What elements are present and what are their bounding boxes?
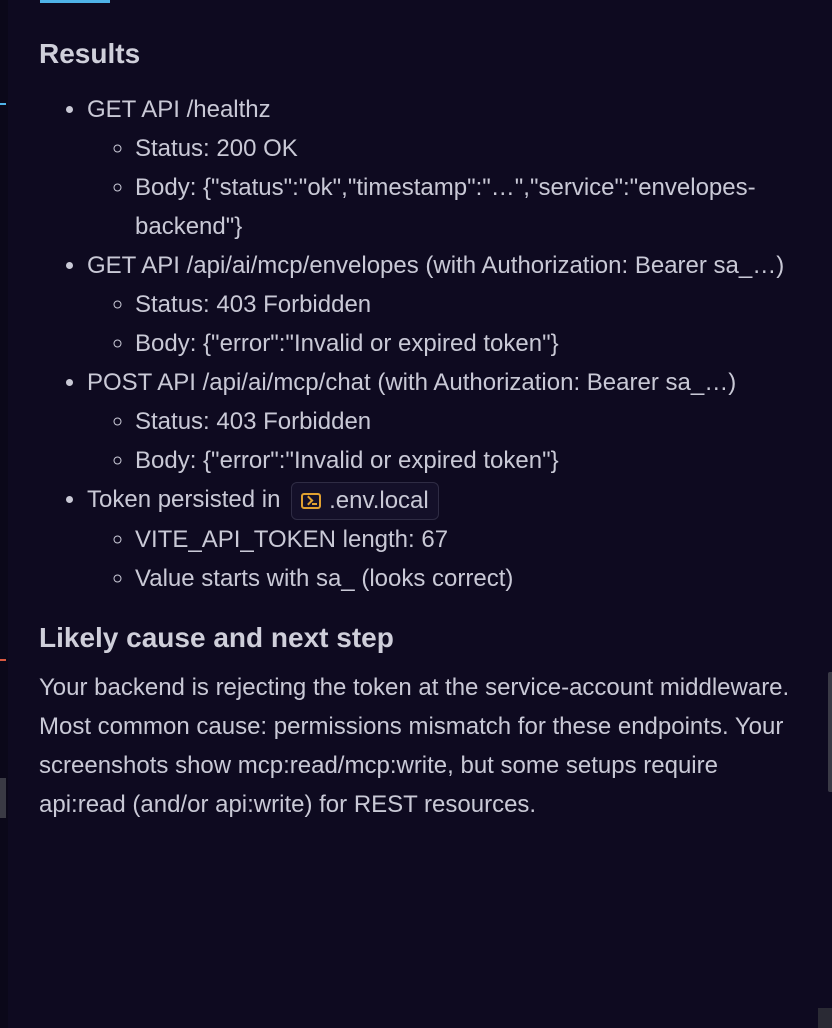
- list-item: Status: 403 Forbidden: [135, 402, 799, 441]
- list-item: POST API /api/ai/mcp/chat (with Authoriz…: [87, 363, 799, 480]
- list-item: Status: 403 Forbidden: [135, 285, 799, 324]
- file-chip[interactable]: .env.local: [291, 481, 439, 520]
- list-item: VITE_API_TOKEN length: 67: [135, 520, 799, 559]
- status-text: Status: 200 OK: [135, 135, 298, 162]
- rail-marker: [0, 778, 6, 818]
- endpoint-label: POST API /api/ai/mcp/chat (with Authoriz…: [87, 369, 737, 396]
- results-list: GET API /healthz Status: 200 OK Body: {"…: [39, 90, 799, 598]
- endpoint-label: GET API /healthz: [87, 96, 271, 123]
- rail-marker: [0, 659, 6, 661]
- status-text: Status: 403 Forbidden: [135, 291, 372, 318]
- scrollbar-thumb[interactable]: [828, 672, 832, 792]
- token-persisted-label: Token persisted in: [87, 486, 281, 513]
- sub-list: VITE_API_TOKEN length: 67 Value starts w…: [87, 520, 799, 598]
- list-item: Body: {"error":"Invalid or expired token…: [135, 324, 799, 363]
- terminal-icon: [301, 492, 322, 509]
- list-item: Status: 200 OK: [135, 129, 799, 168]
- token-prefix-text: Value starts with sa_ (looks correct): [135, 564, 514, 592]
- sub-list: Status: 200 OK Body: {"status":"ok","tim…: [87, 129, 799, 246]
- body-text: Body: {"error":"Invalid or expired token…: [135, 330, 559, 357]
- body-text: Body: {"status":"ok","timestamp":"…","se…: [135, 174, 756, 240]
- sub-list: Status: 403 Forbidden Body: {"error":"In…: [87, 285, 799, 363]
- file-name: .env.local: [329, 486, 429, 514]
- message-content: Results GET API /healthz Status: 200 OK …: [39, 28, 799, 824]
- sub-list: Status: 403 Forbidden Body: {"error":"In…: [87, 402, 799, 480]
- list-item: Body: {"error":"Invalid or expired token…: [135, 441, 799, 480]
- endpoint-label: GET API /api/ai/mcp/envelopes (with Auth…: [87, 252, 785, 279]
- status-text: Status: 403 Forbidden: [135, 408, 372, 435]
- body-text: Body: {"error":"Invalid or expired token…: [135, 447, 559, 474]
- explanation-paragraph: Your backend is rejecting the token at t…: [39, 673, 790, 818]
- left-panel-edge: [0, 0, 8, 1028]
- list-item: Body: {"status":"ok","timestamp":"…","se…: [135, 168, 799, 246]
- scrollbar-corner: [818, 1008, 832, 1028]
- list-item: GET API /api/ai/mcp/envelopes (with Auth…: [87, 246, 799, 363]
- next-step-heading: Likely cause and next step: [39, 621, 394, 653]
- rail-marker: [0, 103, 6, 105]
- results-heading: Results: [39, 38, 141, 69]
- token-length-text: VITE_API_TOKEN length: 67: [135, 525, 449, 553]
- list-item: Value starts with sa_ (looks correct): [135, 559, 799, 598]
- active-tab-indicator: [40, 0, 110, 3]
- list-item: Token persisted in .env.local VITE_API_T…: [87, 480, 799, 598]
- list-item: GET API /healthz Status: 200 OK Body: {"…: [87, 90, 799, 246]
